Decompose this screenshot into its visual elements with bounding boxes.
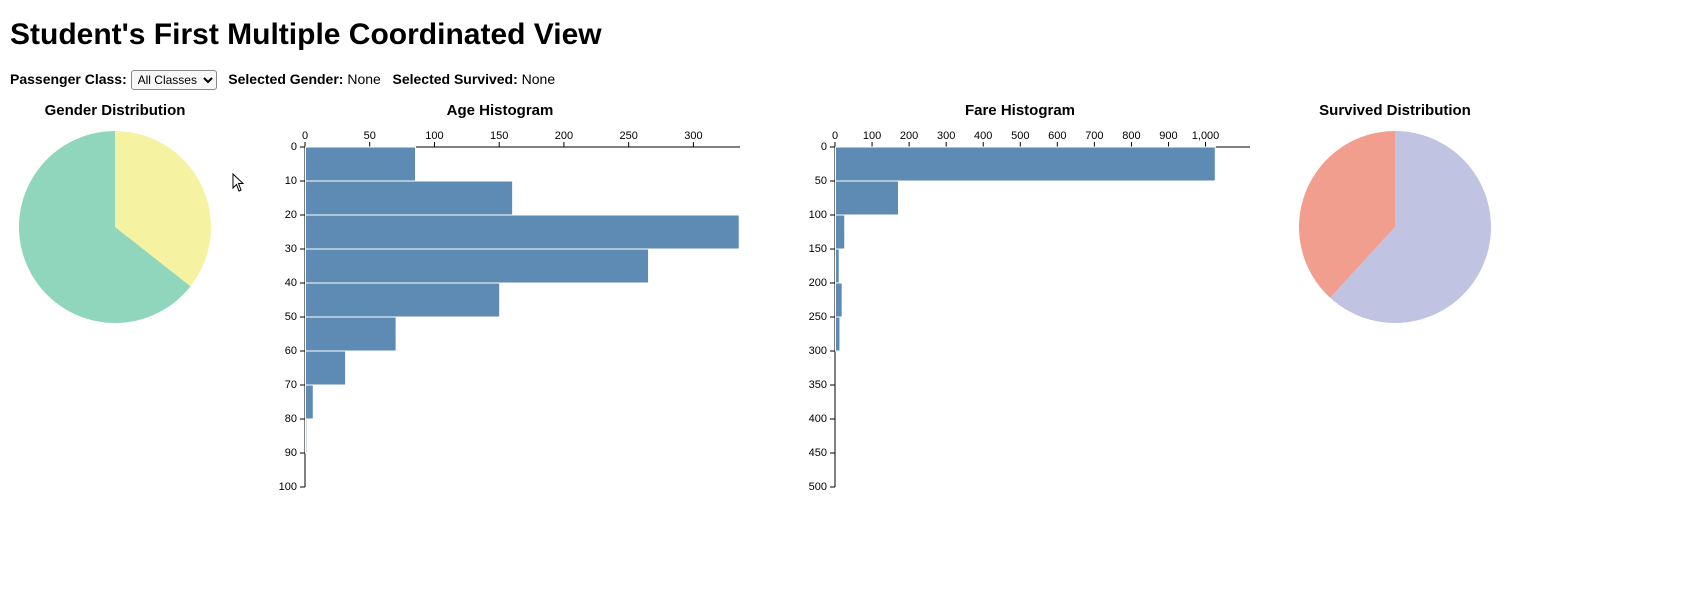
svg-text:250: 250 <box>619 130 637 142</box>
histogram-bar[interactable] <box>306 249 649 283</box>
survived-chart-title: Survived Distribution <box>1319 102 1471 119</box>
age-chart-title: Age Histogram <box>447 102 554 119</box>
svg-text:1,000: 1,000 <box>1192 130 1220 142</box>
survived-value: None <box>522 71 555 87</box>
svg-text:200: 200 <box>555 130 573 142</box>
svg-text:400: 400 <box>974 130 992 142</box>
histogram-bar[interactable] <box>306 419 307 453</box>
histogram-bar[interactable] <box>306 147 416 181</box>
svg-text:900: 900 <box>1159 130 1177 142</box>
histogram-bar[interactable] <box>836 215 845 249</box>
histogram-bar[interactable] <box>306 283 500 317</box>
gender-label: Selected Gender: <box>228 71 347 87</box>
svg-text:60: 60 <box>285 345 297 357</box>
svg-text:200: 200 <box>809 277 827 289</box>
histogram-bar[interactable] <box>306 181 513 215</box>
svg-text:100: 100 <box>425 130 443 142</box>
svg-text:0: 0 <box>302 130 308 142</box>
histogram-bar[interactable] <box>306 215 740 249</box>
svg-text:350: 350 <box>809 379 827 391</box>
fare-chart-title: Fare Histogram <box>965 102 1075 119</box>
histogram-bar[interactable] <box>306 351 346 385</box>
svg-text:800: 800 <box>1122 130 1140 142</box>
gender-pie-svg[interactable] <box>15 127 215 327</box>
histogram-bar[interactable] <box>836 317 840 351</box>
svg-text:30: 30 <box>285 243 297 255</box>
svg-text:0: 0 <box>291 141 297 153</box>
svg-text:0: 0 <box>821 141 827 153</box>
svg-text:80: 80 <box>285 413 297 425</box>
svg-text:100: 100 <box>809 209 827 221</box>
charts-row: Gender Distribution Age Histogram 050100… <box>10 102 1678 507</box>
controls-bar: Passenger Class: All Classes Selected Ge… <box>10 70 1678 90</box>
age-histogram-svg[interactable]: 0 50 100 150 200 250 300 0 10 20 30 40 50 60 70 80 90 100 <box>250 127 750 507</box>
fare-chart: Fare Histogram 0100200300400500600700800… <box>780 102 1260 507</box>
svg-text:600: 600 <box>1048 130 1066 142</box>
svg-text:100: 100 <box>279 481 297 493</box>
svg-text:50: 50 <box>364 130 376 142</box>
age-chart: Age Histogram 0 50 100 150 200 250 300 0 10 20 30 4… <box>250 102 750 507</box>
fare-histogram-svg[interactable]: 0 100 200 300 400 500 600 700 800 900 1,000 0 50 100 1… <box>780 127 1260 507</box>
svg-text:250: 250 <box>809 311 827 323</box>
svg-text:20: 20 <box>285 209 297 221</box>
svg-text:150: 150 <box>809 243 827 255</box>
histogram-bar[interactable] <box>836 249 840 283</box>
class-select[interactable]: All Classes <box>131 70 217 90</box>
gender-chart: Gender Distribution <box>10 102 220 327</box>
svg-text:50: 50 <box>285 311 297 323</box>
gender-chart-title: Gender Distribution <box>45 102 186 119</box>
survived-pie-svg[interactable] <box>1295 127 1495 327</box>
histogram-bar[interactable] <box>836 283 843 317</box>
class-label: Passenger Class: <box>10 71 131 87</box>
survived-chart: Survived Distribution <box>1290 102 1500 327</box>
svg-text:90: 90 <box>285 447 297 459</box>
svg-text:700: 700 <box>1085 130 1103 142</box>
svg-text:150: 150 <box>490 130 508 142</box>
svg-text:0: 0 <box>832 130 838 142</box>
svg-text:200: 200 <box>900 130 918 142</box>
svg-text:100: 100 <box>863 130 881 142</box>
svg-text:50: 50 <box>815 175 827 187</box>
page-title: Student's First Multiple Coordinated Vie… <box>10 18 1678 52</box>
svg-text:500: 500 <box>1011 130 1029 142</box>
svg-text:70: 70 <box>285 379 297 391</box>
svg-text:300: 300 <box>937 130 955 142</box>
svg-text:500: 500 <box>809 481 827 493</box>
histogram-bar[interactable] <box>306 385 314 419</box>
svg-text:10: 10 <box>285 175 297 187</box>
histogram-bar[interactable] <box>836 181 899 215</box>
svg-text:40: 40 <box>285 277 297 289</box>
svg-text:300: 300 <box>809 345 827 357</box>
survived-label: Selected Survived: <box>392 71 521 87</box>
histogram-bar[interactable] <box>836 147 1216 181</box>
svg-text:450: 450 <box>809 447 827 459</box>
svg-text:300: 300 <box>684 130 702 142</box>
histogram-bar[interactable] <box>306 317 397 351</box>
svg-text:400: 400 <box>809 413 827 425</box>
gender-value: None <box>347 71 380 87</box>
